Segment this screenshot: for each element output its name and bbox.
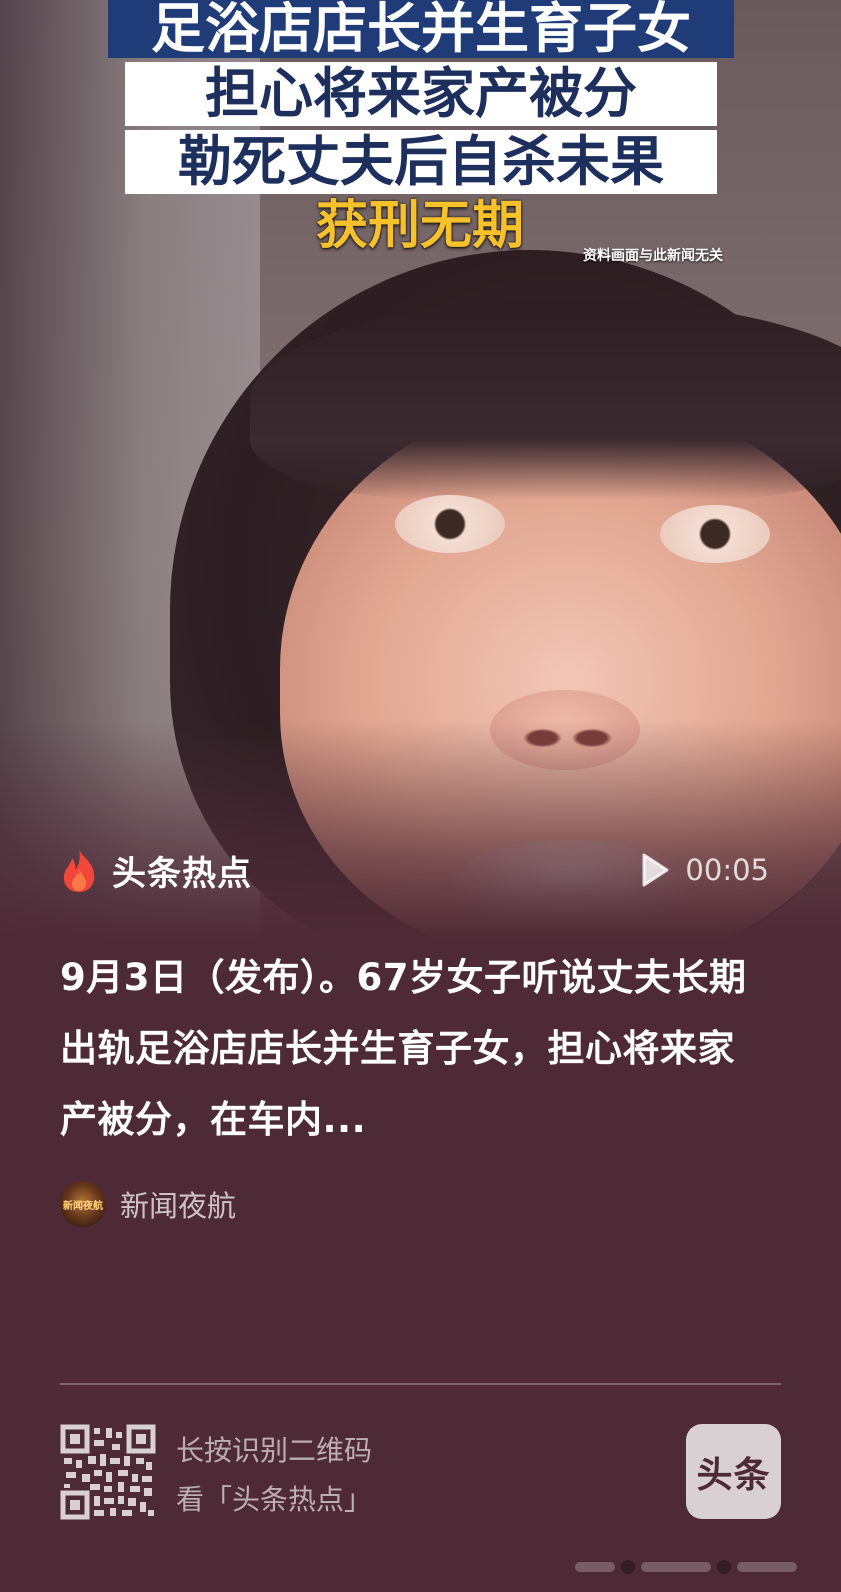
watermark [575,1550,825,1584]
headline-line-1: 足浴店店长并生育子女 [108,0,734,58]
news-source[interactable]: 新闻夜航 新闻夜航 [60,1180,236,1228]
bangs [250,300,841,500]
qr-hint-line-2: 看「头条热点」 [176,1483,373,1516]
news-summary[interactable]: 9月3日（发布）。67岁女子听说丈夫长期出轨足浴店店长并生育子女，担心将来家产被… [60,942,760,1155]
right-eye [660,505,770,563]
bottom-fade [0,720,841,940]
toutiao-logo: 头条 [686,1424,781,1519]
source-name[interactable]: 新闻夜航 [120,1183,236,1225]
brand-name: 头条热点 [112,853,252,894]
qr-code-icon[interactable] [60,1424,156,1520]
source-avatar[interactable]: 新闻夜航 [60,1181,106,1227]
duration-text: 00:05 [685,853,769,887]
flame-icon [63,849,95,892]
headline-line-3: 勒死丈夫后自杀未果 [125,130,717,194]
play-icon[interactable] [641,853,669,887]
qr-hint-line-1: 长按识别二维码 [176,1434,373,1467]
qr-hint: 长按识别二维码 看「头条热点」 [176,1426,372,1524]
divider [60,1383,781,1385]
avatar-logo-text: 新闻夜航 [63,1200,103,1212]
video-duration[interactable]: 00:05 [641,850,769,890]
headline-line-4: 获刑无期 [315,196,524,256]
footage-disclaimer: 资料画面与此新闻无关 [583,248,723,264]
brand: 头条热点 [60,846,252,894]
video-thumbnail[interactable]: 足浴店店长并生育子女 担心将来家产被分 勒死丈夫后自杀未果 获刑无期 资料画面与… [0,0,841,940]
toutiao-logo-text: 头条 [696,1454,771,1496]
headline-line-2: 担心将来家产被分 [125,62,717,126]
left-eye [395,495,505,553]
